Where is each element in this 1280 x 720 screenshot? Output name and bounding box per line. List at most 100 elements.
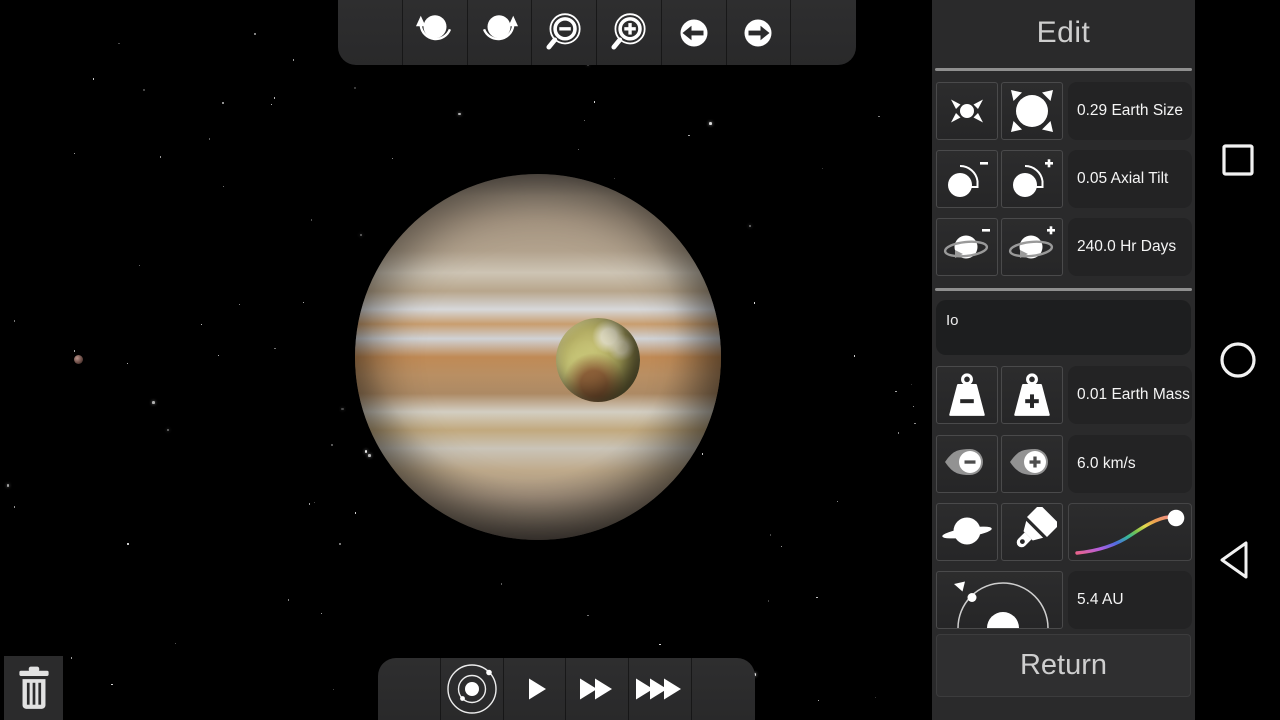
orbit-distance-value-label: 5.4 AU: [1068, 571, 1192, 629]
moon-io[interactable]: [556, 318, 640, 402]
tilt-increase-button[interactable]: [1001, 150, 1063, 208]
home-button[interactable]: [1210, 332, 1266, 388]
star: [749, 225, 752, 228]
star: [222, 102, 223, 103]
zoom-out-button[interactable]: [532, 0, 597, 65]
orbit-distance-button[interactable]: [936, 571, 1063, 629]
mass-minus-icon: [944, 372, 990, 418]
velocity-value-label: 6.0 km/s: [1068, 435, 1192, 493]
body-name-input[interactable]: [936, 300, 1191, 355]
trash-button[interactable]: [4, 656, 63, 720]
next-body-button[interactable]: [727, 0, 792, 65]
trash-icon: [13, 664, 55, 712]
rotate-view-left-icon: [412, 10, 458, 56]
divider: [935, 68, 1192, 71]
star: [392, 158, 393, 159]
velocity-decrease-button[interactable]: [936, 435, 998, 493]
star: [898, 432, 899, 433]
mass-decrease-button[interactable]: [936, 366, 998, 424]
star: [341, 408, 344, 411]
star: [314, 502, 315, 503]
shrink-planet-icon: [944, 89, 990, 133]
tilt-decrease-button[interactable]: [936, 150, 998, 208]
star: [354, 87, 355, 88]
rotate-view-left-button[interactable]: [403, 0, 468, 65]
star: [274, 97, 275, 98]
star: [854, 355, 855, 356]
star: [368, 454, 371, 457]
star: [309, 503, 310, 504]
star: [818, 700, 819, 701]
size-increase-button[interactable]: [1001, 82, 1063, 140]
tilt-value-label: 0.05 Axial Tilt: [1068, 150, 1192, 208]
size-decrease-button[interactable]: [936, 82, 998, 140]
star: [458, 113, 461, 116]
star: [837, 501, 838, 502]
star: [167, 429, 170, 432]
orbit-view-button[interactable]: [441, 658, 504, 720]
paint-button[interactable]: [1001, 503, 1063, 561]
star: [816, 597, 817, 598]
spin-minus-icon: [942, 225, 992, 269]
recents-button[interactable]: [1210, 132, 1266, 188]
tilt-plus-icon: [1009, 157, 1055, 201]
star: [594, 101, 595, 102]
star: [127, 363, 128, 364]
color-curve-icon: [1069, 504, 1191, 560]
toolbar-spacer: [378, 658, 441, 720]
planet-type-button[interactable]: [936, 503, 998, 561]
planet-jupiter[interactable]: [355, 174, 721, 540]
zoom-out-icon: [541, 10, 587, 56]
fast-forward-icon: [572, 667, 622, 711]
color-curve-display[interactable]: [1068, 503, 1192, 561]
star: [365, 450, 368, 453]
star: [355, 512, 356, 513]
star: [578, 149, 579, 150]
prev-body-button[interactable]: [662, 0, 727, 65]
star: [303, 302, 304, 303]
star: [218, 355, 219, 356]
mass-value-label: 0.01 Earth Mass: [1068, 366, 1192, 424]
star: [702, 453, 703, 454]
paint-brush-icon: [1007, 507, 1057, 557]
star: [71, 657, 72, 658]
mass-increase-button[interactable]: [1001, 366, 1063, 424]
star: [239, 304, 240, 305]
day-length-decrease-button[interactable]: [936, 218, 998, 276]
star: [913, 406, 914, 407]
fast-forward-button[interactable]: [566, 658, 629, 720]
star: [781, 546, 782, 547]
back-button[interactable]: [1210, 532, 1266, 588]
star: [74, 350, 75, 351]
day-length-value-label: 240.0 Hr Days: [1068, 218, 1192, 276]
orbit-distance-icon: [937, 572, 1062, 628]
zoom-in-button[interactable]: [597, 0, 662, 65]
star: [152, 401, 155, 404]
star: [333, 689, 334, 690]
rotate-view-right-button[interactable]: [468, 0, 533, 65]
back-triangle-icon: [1216, 538, 1260, 582]
star: [331, 444, 332, 445]
star: [7, 484, 10, 487]
fastest-forward-button[interactable]: [629, 658, 692, 720]
day-length-increase-button[interactable]: [1001, 218, 1063, 276]
return-button[interactable]: Return: [936, 634, 1191, 697]
velocity-plus-icon: [1007, 442, 1057, 486]
star: [111, 684, 112, 685]
star: [501, 583, 502, 584]
mass-plus-icon: [1009, 372, 1055, 418]
distant-planet[interactable]: [74, 355, 83, 364]
planet-rings-icon: [941, 510, 993, 554]
grow-planet-icon: [1007, 87, 1057, 135]
star: [311, 219, 312, 220]
star: [895, 391, 896, 392]
star: [14, 320, 15, 321]
star: [93, 78, 94, 79]
play-button[interactable]: [504, 658, 567, 720]
velocity-increase-button[interactable]: [1001, 435, 1063, 493]
star: [754, 302, 755, 303]
recents-square-icon: [1216, 138, 1260, 182]
toolbar-spacer: [791, 0, 856, 65]
star: [223, 186, 224, 187]
fastest-forward-icon: [631, 667, 689, 711]
